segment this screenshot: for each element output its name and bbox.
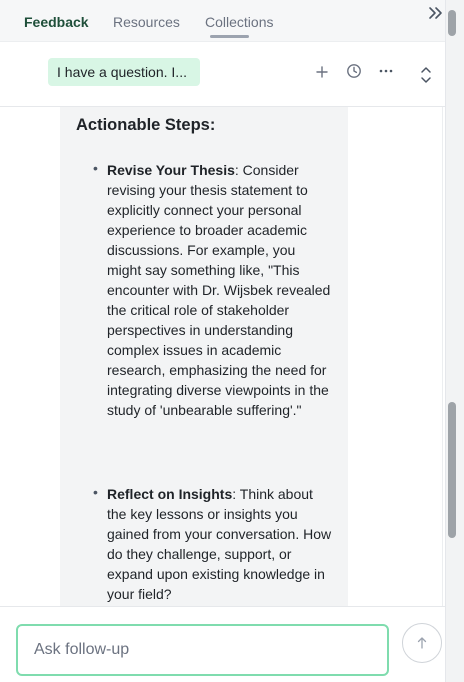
list-item-reflect-insights: Reflect on Insights: Think about the key… — [107, 484, 332, 604]
tab-scroll-indicator — [210, 35, 249, 38]
feedback-panel: Feedback Resources Collections I have a … — [0, 0, 464, 682]
history-button[interactable] — [344, 61, 364, 81]
section-heading: Actionable Steps: — [76, 116, 216, 134]
tab-collections[interactable]: Collections — [205, 13, 273, 31]
tab-feedback[interactable]: Feedback — [24, 13, 89, 31]
tab-resources[interactable]: Resources — [113, 13, 180, 31]
list-item-body: : Think about the key lessons or insight… — [107, 486, 332, 602]
thread-title-chip[interactable]: I have a question. I... — [48, 58, 200, 86]
scrollbar-track[interactable] — [445, 0, 464, 682]
list-item-body: : Consider revising your thesis statemen… — [107, 162, 331, 418]
more-icon — [379, 69, 393, 73]
send-button[interactable] — [402, 623, 442, 663]
scrollbar-thumb[interactable] — [448, 402, 456, 538]
scrollbar-thumb-top[interactable] — [448, 10, 456, 36]
list-item-title: Reflect on Insights — [107, 486, 233, 502]
collapse-panel-button[interactable] — [426, 2, 446, 24]
bullet-marker: • — [93, 160, 98, 176]
arrow-up-icon — [417, 637, 427, 649]
expand-collapse-button[interactable] — [416, 65, 436, 85]
tab-bar: Feedback Resources Collections — [0, 0, 445, 42]
bullet-marker: • — [93, 484, 98, 500]
thread-toolbar: I have a question. I... — [0, 42, 445, 107]
list-item-revise-thesis: Revise Your Thesis: Consider revising yo… — [107, 160, 332, 420]
more-options-button[interactable] — [376, 61, 396, 81]
double-chevron-right-icon — [429, 7, 442, 19]
followup-input[interactable] — [16, 624, 389, 676]
content-divider — [442, 107, 443, 606]
new-thread-button[interactable] — [312, 62, 332, 82]
feedback-content: Actionable Steps: • Revise Your Thesis: … — [0, 107, 445, 606]
expand-collapse-icon — [421, 67, 431, 83]
history-icon — [347, 64, 361, 78]
plus-icon — [316, 66, 328, 78]
list-item-title: Revise Your Thesis — [107, 162, 235, 178]
